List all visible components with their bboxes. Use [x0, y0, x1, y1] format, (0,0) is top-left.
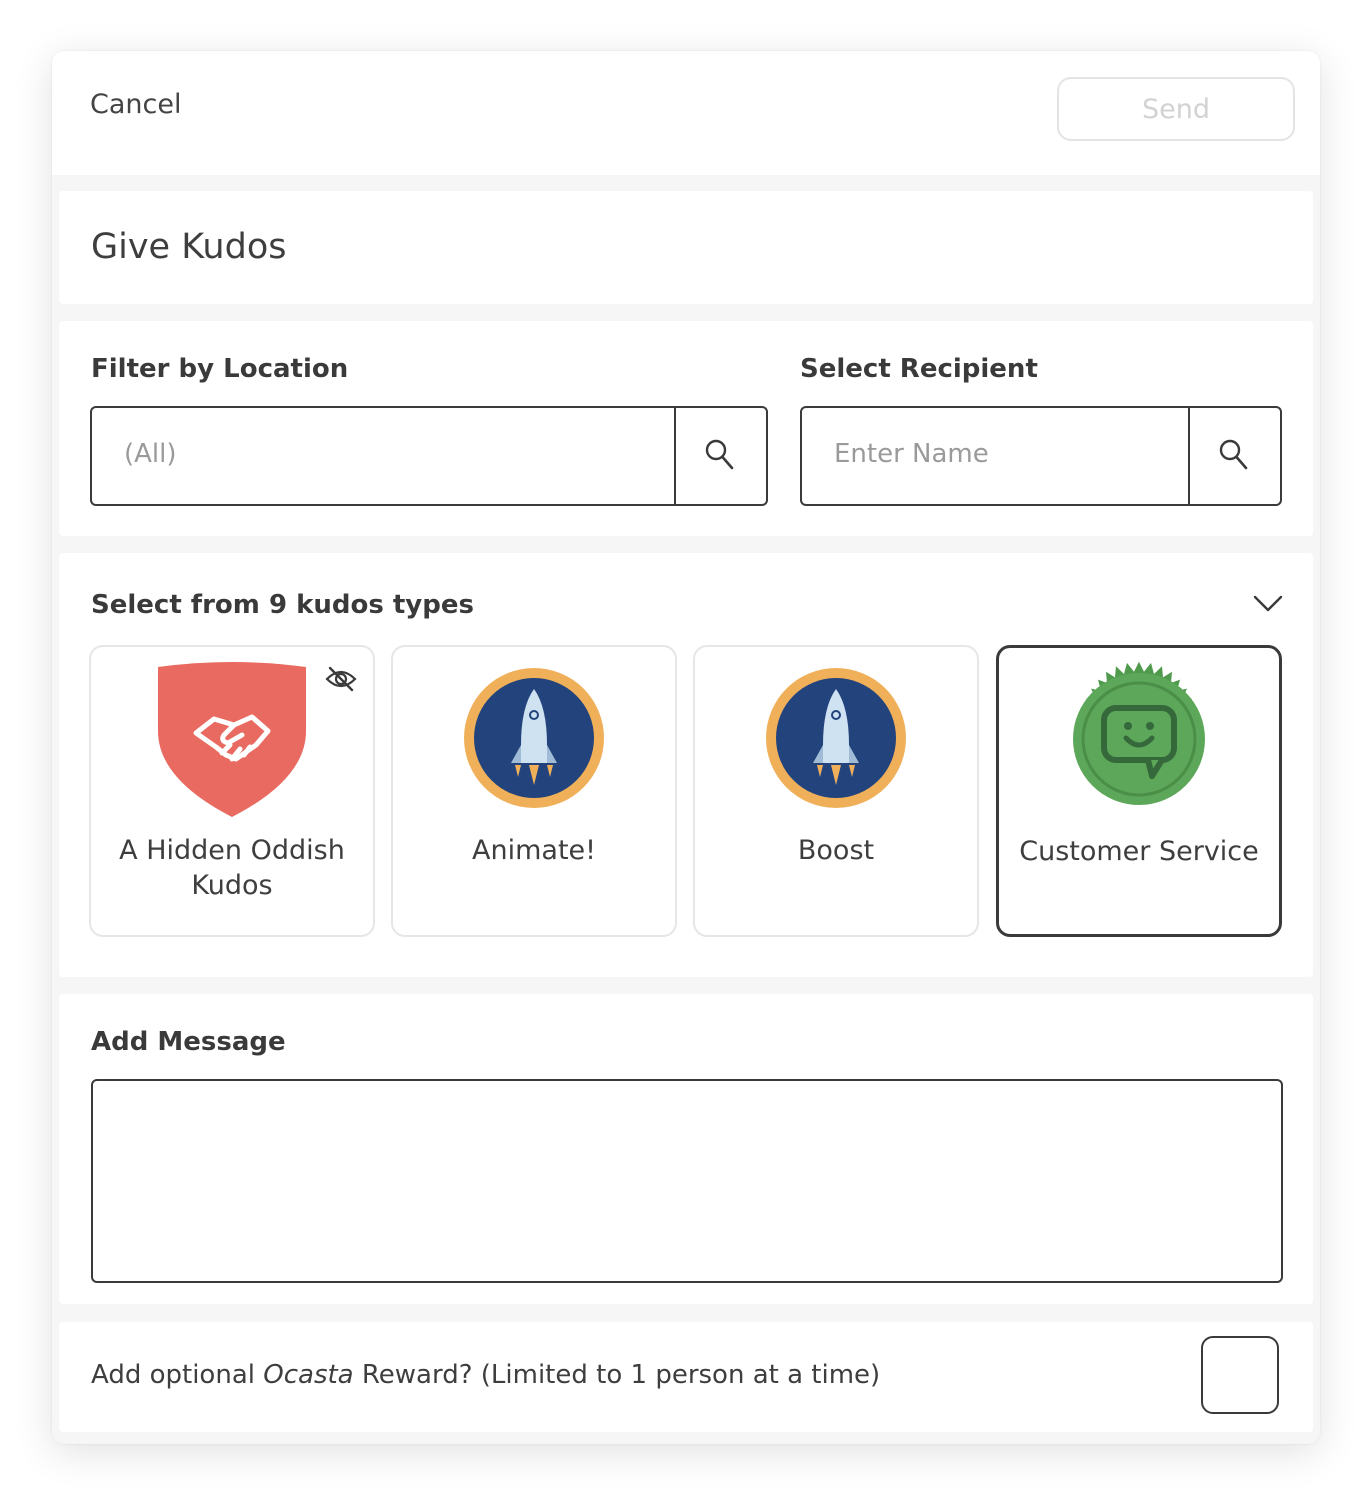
chat-smile-seal-icon — [1073, 661, 1205, 805]
location-input[interactable]: (All) — [124, 439, 177, 469]
search-icon — [705, 439, 734, 470]
kudos-tile-label: Boost — [797, 835, 875, 866]
kudos-tile-label-line: A Hidden Oddish — [119, 835, 345, 866]
location-search-button[interactable] — [674, 408, 766, 504]
recipient-search-button[interactable] — [1188, 408, 1280, 504]
recipient-search[interactable]: Enter Name — [800, 406, 1282, 506]
reward-label-prefix: Add optional — [91, 1360, 264, 1390]
kudos-tile-label: Animate! — [472, 835, 596, 866]
reward-label-suffix: Reward? (Limited to 1 person at a time) — [353, 1360, 881, 1390]
message-textarea[interactable] — [91, 1079, 1283, 1283]
reward-card: Add optional Ocasta Reward? (Limited to … — [59, 1322, 1313, 1432]
rocket-badge-icon — [766, 668, 906, 808]
hidden-eye-icon — [325, 666, 357, 692]
filters-card: Filter by Location (All) Select Recipien… — [59, 321, 1313, 536]
rocket-badge-icon — [464, 668, 604, 808]
send-button[interactable]: Send — [1057, 77, 1295, 141]
give-kudos-dialog: Cancel Send Give Kudos Filter by Locatio… — [52, 51, 1320, 1444]
kudos-tile-label: Customer Service — [1019, 836, 1259, 867]
message-card: Add Message — [59, 994, 1313, 1304]
message-label: Add Message — [91, 1027, 286, 1057]
dialog-header: Cancel Send — [52, 51, 1320, 175]
kudos-tile-label: A Hidden Oddish Kudos — [101, 833, 363, 903]
kudos-tile-label-line: Kudos — [191, 870, 273, 901]
reward-checkbox[interactable] — [1201, 1336, 1279, 1414]
page-title: Give Kudos — [91, 227, 287, 267]
recipient-label: Select Recipient — [800, 354, 1038, 384]
cancel-button[interactable]: Cancel — [90, 89, 181, 120]
kudos-types-heading: Select from 9 kudos types — [91, 590, 474, 620]
kudos-types-card: Select from 9 kudos types A Hidden Oddis… — [59, 553, 1313, 977]
kudos-tile-customer-service[interactable]: Customer Service — [996, 645, 1282, 937]
kudos-tile-boost[interactable]: Boost — [693, 645, 979, 937]
reward-label: Add optional Ocasta Reward? (Limited to … — [91, 1360, 880, 1390]
search-icon — [1219, 439, 1248, 470]
reward-brand: Ocasta — [263, 1360, 354, 1390]
kudos-tile-hidden-oddish[interactable]: A Hidden Oddish Kudos — [89, 645, 375, 937]
title-card: Give Kudos — [59, 191, 1313, 304]
kudos-tile-animate[interactable]: Animate! — [391, 645, 677, 937]
location-label: Filter by Location — [91, 354, 349, 384]
handshake-shield-icon — [158, 662, 306, 817]
location-filter[interactable]: (All) — [90, 406, 768, 506]
chevron-down-icon[interactable] — [1253, 595, 1283, 613]
recipient-input[interactable]: Enter Name — [834, 439, 989, 469]
